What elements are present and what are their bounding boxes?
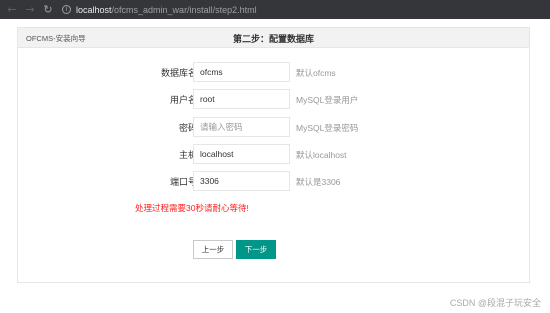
password-input[interactable]: 请输入密码 — [193, 117, 290, 137]
form-row-dbname: 数据库名 ofcms 默认ofcms — [18, 62, 531, 82]
back-arrow-icon[interactable]: ← — [6, 3, 18, 16]
port-input[interactable]: 3306 — [193, 171, 290, 191]
form-row-password: 密码 请输入密码 MySQL登录密码 — [18, 117, 531, 137]
form-row-username: 用户名 root MySQL登录用户 — [18, 89, 531, 109]
dbname-label: 数据库名 — [160, 68, 197, 78]
username-input[interactable]: root — [193, 89, 290, 109]
site-info-icon[interactable]: i — [62, 5, 71, 14]
port-hint: 默认是3306 — [296, 177, 341, 187]
host-input[interactable]: localhost — [193, 144, 290, 164]
page-title: 第二步：配置数据库 — [232, 34, 314, 44]
username-hint: MySQL登录用户 — [296, 95, 359, 105]
url-host: localhost — [76, 4, 112, 15]
url-path: /ofcms_admin_war/install/step2.html — [111, 4, 257, 15]
form-row-host: 主机 localhost 默认localhost — [18, 144, 531, 164]
dbname-hint: 默认ofcms — [296, 68, 336, 78]
wait-warning: 处理过程需要30秒请耐心等待! — [135, 203, 249, 213]
panel-header: OFCMS-安装向导 第二步：配置数据库 — [18, 28, 529, 48]
form-row-port: 端口号 3306 默认是3306 — [18, 171, 531, 191]
dbname-input[interactable]: ofcms — [193, 62, 290, 82]
password-hint: MySQL登录密码 — [296, 123, 359, 133]
watermark: CSDN @段混子玩安全 — [449, 298, 541, 308]
prev-step-button[interactable]: 上一步 — [193, 240, 233, 259]
next-step-button[interactable]: 下一步 — [236, 240, 276, 259]
forward-arrow-icon[interactable]: → — [24, 3, 36, 16]
address-bar[interactable]: i localhost/ofcms_admin_war/install/step… — [62, 0, 257, 19]
reload-icon[interactable]: ↻ — [42, 3, 54, 16]
browser-toolbar: ← → ↻ i localhost/ofcms_admin_war/instal… — [0, 0, 550, 19]
host-hint: 默认localhost — [296, 150, 347, 160]
install-panel: OFCMS-安装向导 第二步：配置数据库 数据库名 ofcms 默认ofcms … — [17, 27, 530, 283]
